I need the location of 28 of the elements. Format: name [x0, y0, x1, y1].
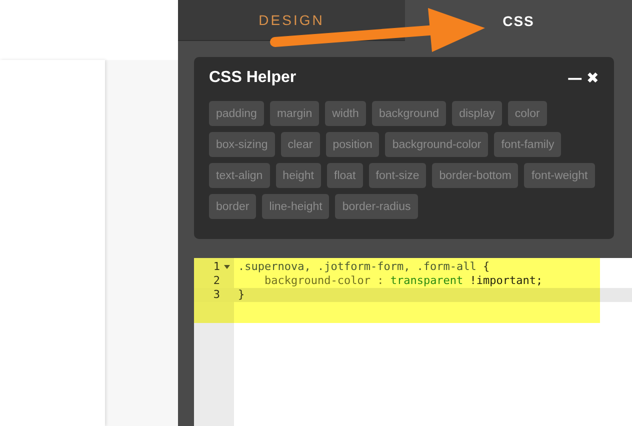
- property-button[interactable]: font-family: [494, 132, 562, 157]
- property-button[interactable]: border-radius: [335, 194, 418, 219]
- property-button[interactable]: font-size: [368, 163, 426, 188]
- property-button[interactable]: clear: [280, 132, 320, 157]
- property-button[interactable]: background: [372, 101, 446, 126]
- minimize-button[interactable]: —: [567, 70, 582, 86]
- panel-title: CSS Helper: [209, 69, 296, 87]
- property-button[interactable]: display: [452, 101, 502, 126]
- line-number: 2: [213, 274, 220, 288]
- property-button[interactable]: height: [276, 163, 322, 188]
- property-button[interactable]: background-color: [385, 132, 488, 157]
- property-button[interactable]: border-bottom: [432, 163, 518, 188]
- property-button[interactable]: line-height: [262, 194, 330, 219]
- property-button[interactable]: border: [209, 194, 256, 219]
- property-button[interactable]: padding: [209, 101, 264, 126]
- property-button[interactable]: float: [327, 163, 363, 188]
- property-button[interactable]: text-align: [209, 163, 270, 188]
- property-button[interactable]: width: [325, 101, 366, 126]
- code-line: .supernova, .jotform-form, .form-all {: [237, 260, 491, 274]
- property-button[interactable]: box-sizing: [209, 132, 275, 157]
- close-button[interactable]: ✖: [586, 70, 599, 86]
- code-line: background-color : transparent !important;: [263, 274, 544, 288]
- property-button[interactable]: position: [326, 132, 380, 157]
- property-button[interactable]: color: [508, 101, 547, 126]
- property-button[interactable]: font-weight: [524, 163, 595, 188]
- line-number: 1: [213, 260, 220, 274]
- property-button[interactable]: margin: [270, 101, 320, 126]
- line-number: 3: [213, 288, 220, 302]
